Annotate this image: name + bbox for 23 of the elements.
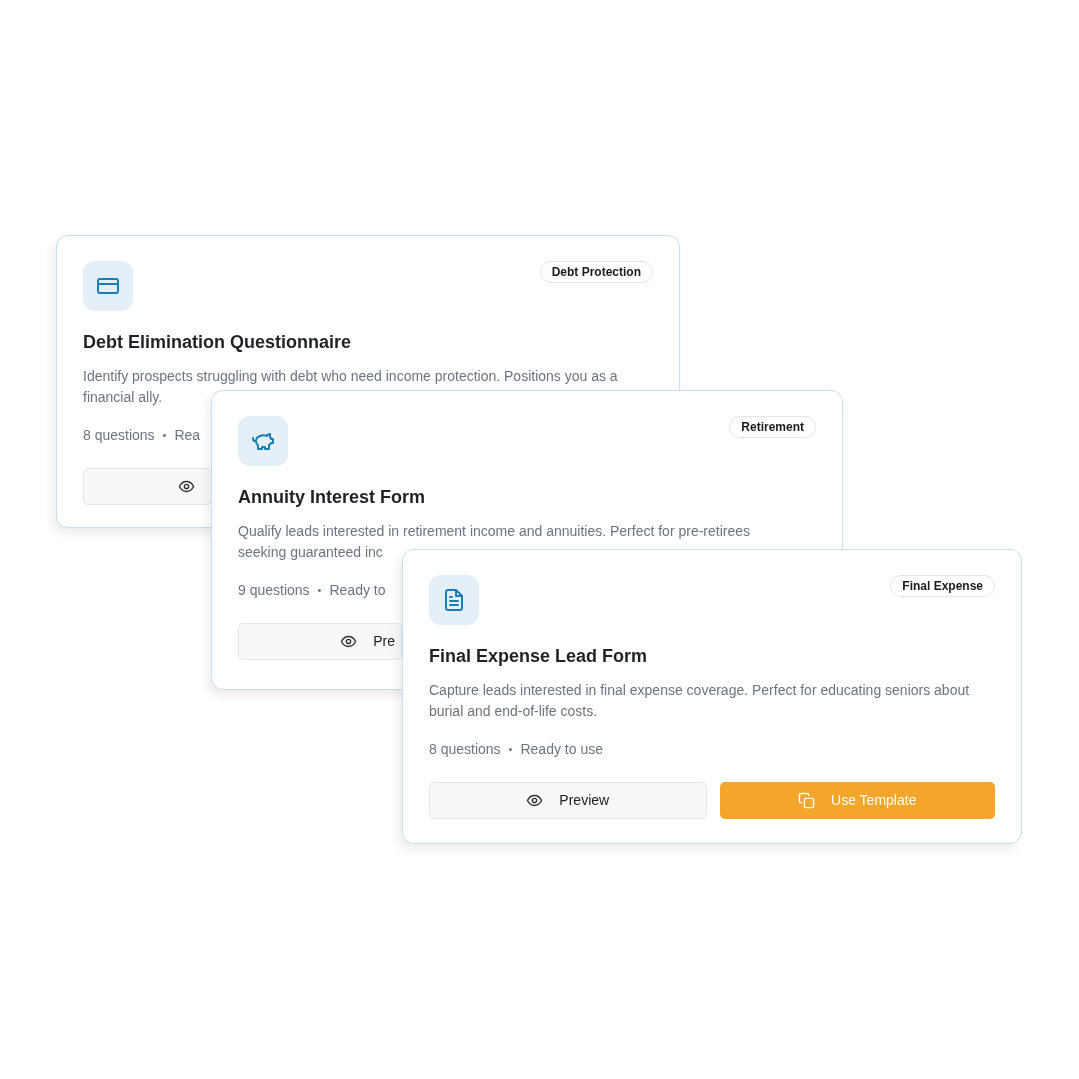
separator-dot: •: [317, 583, 322, 598]
eye-icon: [178, 478, 195, 495]
preview-button[interactable]: Pre: [238, 623, 402, 660]
copy-icon: [798, 792, 816, 809]
card-title: Annuity Interest Form: [238, 486, 426, 509]
card-title: Final Expense Lead Form: [429, 645, 649, 668]
card-description: Capture leads interested in final expense coverage. Perfect for educating seniors about burial and end-of-life costs.: [429, 681, 971, 721]
question-count: 8 questions: [83, 426, 155, 445]
document-icon: [442, 588, 466, 612]
card-title: Debt Elimination Questionnaire: [83, 331, 353, 354]
eye-icon: [526, 792, 544, 809]
card-description: Identify prospects struggling with debt who need income protection. Positions you as a financial ally.: [83, 367, 619, 407]
question-count: 8 questions: [429, 740, 501, 759]
status-text: Rea: [174, 426, 201, 445]
eye-icon: [340, 633, 358, 650]
preview-button[interactable]: [83, 468, 212, 505]
separator-dot: •: [508, 742, 513, 757]
status-text: Ready to: [329, 581, 386, 600]
preview-button[interactable]: Preview: [429, 782, 707, 819]
question-count: 9 questions: [238, 581, 310, 600]
status-text: Ready to use: [520, 740, 603, 759]
card-description: Qualify leads interested in retirement income and annuities. Perfect for pre-retirees seeking guaranteed inc: [238, 522, 752, 562]
separator-dot: •: [162, 428, 167, 443]
